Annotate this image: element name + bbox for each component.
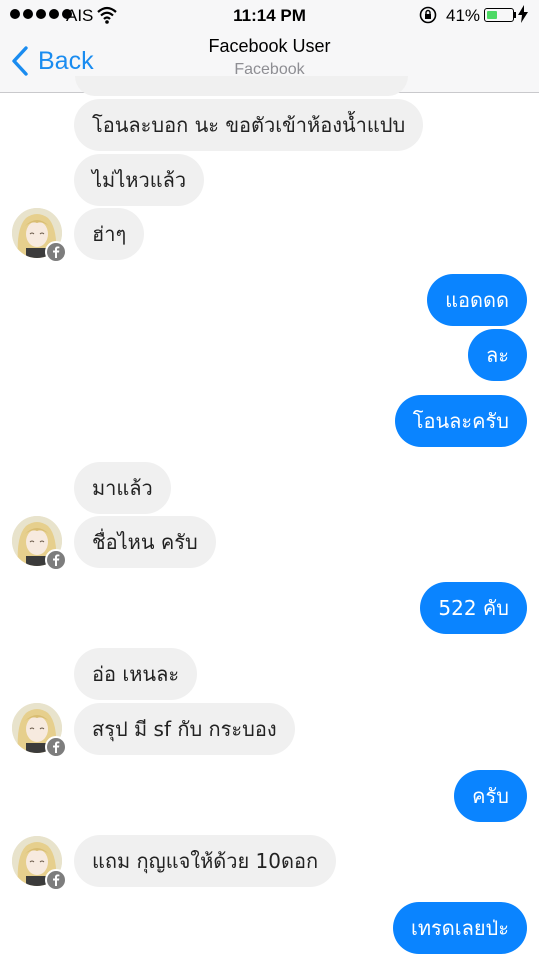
sender-avatar[interactable] (12, 703, 67, 758)
battery-icon (484, 8, 514, 22)
sender-avatar[interactable] (12, 208, 67, 263)
incoming-message-bubble[interactable]: สรุป มี sf กับ กระบอง (74, 703, 295, 755)
facebook-icon (45, 241, 67, 263)
incoming-message-bubble[interactable]: อ่อ เหนละ (74, 648, 198, 700)
facebook-icon (45, 869, 67, 891)
rotation-lock-icon (419, 6, 437, 24)
outgoing-message-bubble[interactable]: เทรดเลยป่ะ (393, 902, 527, 954)
facebook-icon (45, 736, 67, 758)
incoming-message-bubble[interactable]: มาแล้ว (74, 462, 171, 514)
outgoing-message-bubble[interactable]: ครับ (454, 770, 527, 822)
sender-avatar[interactable] (12, 836, 67, 891)
partial-message-bubble (75, 76, 408, 96)
status-bar: AIS 11:14 PM 41% (0, 0, 539, 32)
incoming-message-bubble[interactable]: แถม กุญแจให้ด้วย 10ดอก (74, 835, 337, 887)
incoming-message-bubble[interactable]: ไม่ไหวแล้ว (74, 154, 205, 206)
battery-level-fill (486, 10, 497, 19)
sender-avatar[interactable] (12, 516, 67, 571)
outgoing-message-bubble[interactable]: แอดดด (427, 274, 527, 326)
outgoing-message-bubble[interactable]: โอนละครับ (394, 395, 527, 447)
incoming-message-bubble[interactable]: โอนละบอก นะ ขอตัวเข้าห้องน้ำแปบ (74, 99, 424, 151)
battery-tip (514, 12, 516, 18)
incoming-message-bubble[interactable]: ฮ่าๆ (74, 208, 145, 260)
incoming-message-bubble[interactable]: ชื่อไหน ครับ (74, 516, 216, 568)
battery-percent: 41% (446, 6, 481, 25)
charging-bolt-icon (518, 5, 528, 28)
outgoing-message-bubble[interactable]: ละ (468, 329, 527, 381)
outgoing-message-bubble[interactable]: 522 คับ (420, 582, 527, 634)
conversation-title: Facebook User (208, 36, 331, 56)
facebook-icon (45, 549, 67, 571)
